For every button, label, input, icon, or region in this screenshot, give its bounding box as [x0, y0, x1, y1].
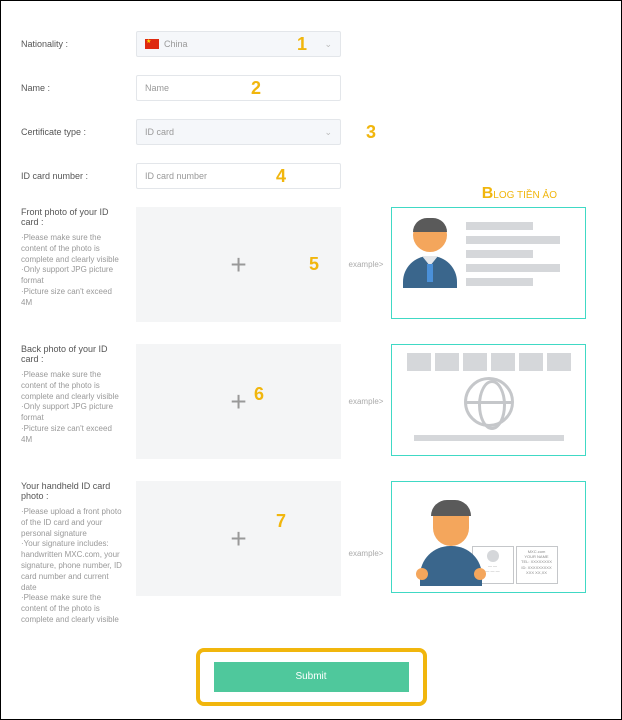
submit-button[interactable]: Submit — [214, 662, 409, 692]
cert-type-value: ID card — [145, 127, 174, 137]
front-photo-upload[interactable]: + 5 — [136, 207, 341, 322]
name-input[interactable]: Name — [136, 75, 341, 101]
globe-icon — [464, 377, 514, 427]
avatar-icon — [400, 218, 460, 308]
back-photo-upload[interactable]: + 6 — [136, 344, 341, 459]
annotation-4: 4 — [276, 166, 286, 187]
handheld-photo-upload[interactable]: + 7 — [136, 481, 341, 596]
annotation-7: 7 — [276, 511, 286, 532]
handheld-preview: — —— — — MXC.com YOUR NAME TEL: XXXXXXXX… — [391, 481, 586, 593]
chevron-down-icon: ⌄ — [324, 39, 332, 50]
annotation-5: 5 — [309, 254, 319, 275]
cert-type-select[interactable]: ID card ⌄ — [136, 119, 341, 145]
name-placeholder: Name — [145, 83, 169, 93]
id-number-label: ID card number : — [21, 171, 136, 181]
front-photo-hint: ·Please make sure the content of the pho… — [21, 233, 124, 309]
example-label: example> — [341, 260, 391, 269]
annotation-1: 1 — [297, 34, 307, 55]
front-photo-label: Front photo of your ID card : — [21, 207, 124, 227]
back-preview — [391, 344, 586, 456]
flag-china-icon — [145, 39, 159, 49]
front-preview — [391, 207, 586, 319]
chevron-down-icon: ⌄ — [324, 127, 332, 138]
nationality-label: Nationality : — [21, 39, 136, 49]
id-number-placeholder: ID card number — [145, 171, 207, 181]
id-number-input[interactable]: ID card number — [136, 163, 341, 189]
annotation-3: 3 — [366, 122, 376, 143]
plus-icon: + — [230, 523, 246, 555]
example-label: example> — [341, 397, 391, 406]
nationality-select[interactable]: China ⌄ — [136, 31, 341, 57]
back-photo-hint: ·Please make sure the content of the pho… — [21, 370, 124, 446]
plus-icon: + — [230, 249, 246, 281]
watermark: BLOG TIỀN ẢO — [482, 185, 557, 203]
nationality-value: China — [164, 39, 188, 49]
submit-highlight: Submit — [196, 648, 427, 706]
example-label: example> — [341, 549, 391, 558]
handheld-photo-hint: ·Please upload a front photo of the ID c… — [21, 507, 124, 626]
plus-icon: + — [230, 386, 246, 418]
back-photo-label: Back photo of your ID card : — [21, 344, 124, 364]
handheld-photo-label: Your handheld ID card photo : — [21, 481, 124, 501]
annotation-6: 6 — [254, 384, 264, 405]
cert-type-label: Certificate type : — [21, 127, 136, 137]
annotation-2: 2 — [251, 78, 261, 99]
person-icon — [420, 500, 482, 586]
name-label: Name : — [21, 83, 136, 93]
